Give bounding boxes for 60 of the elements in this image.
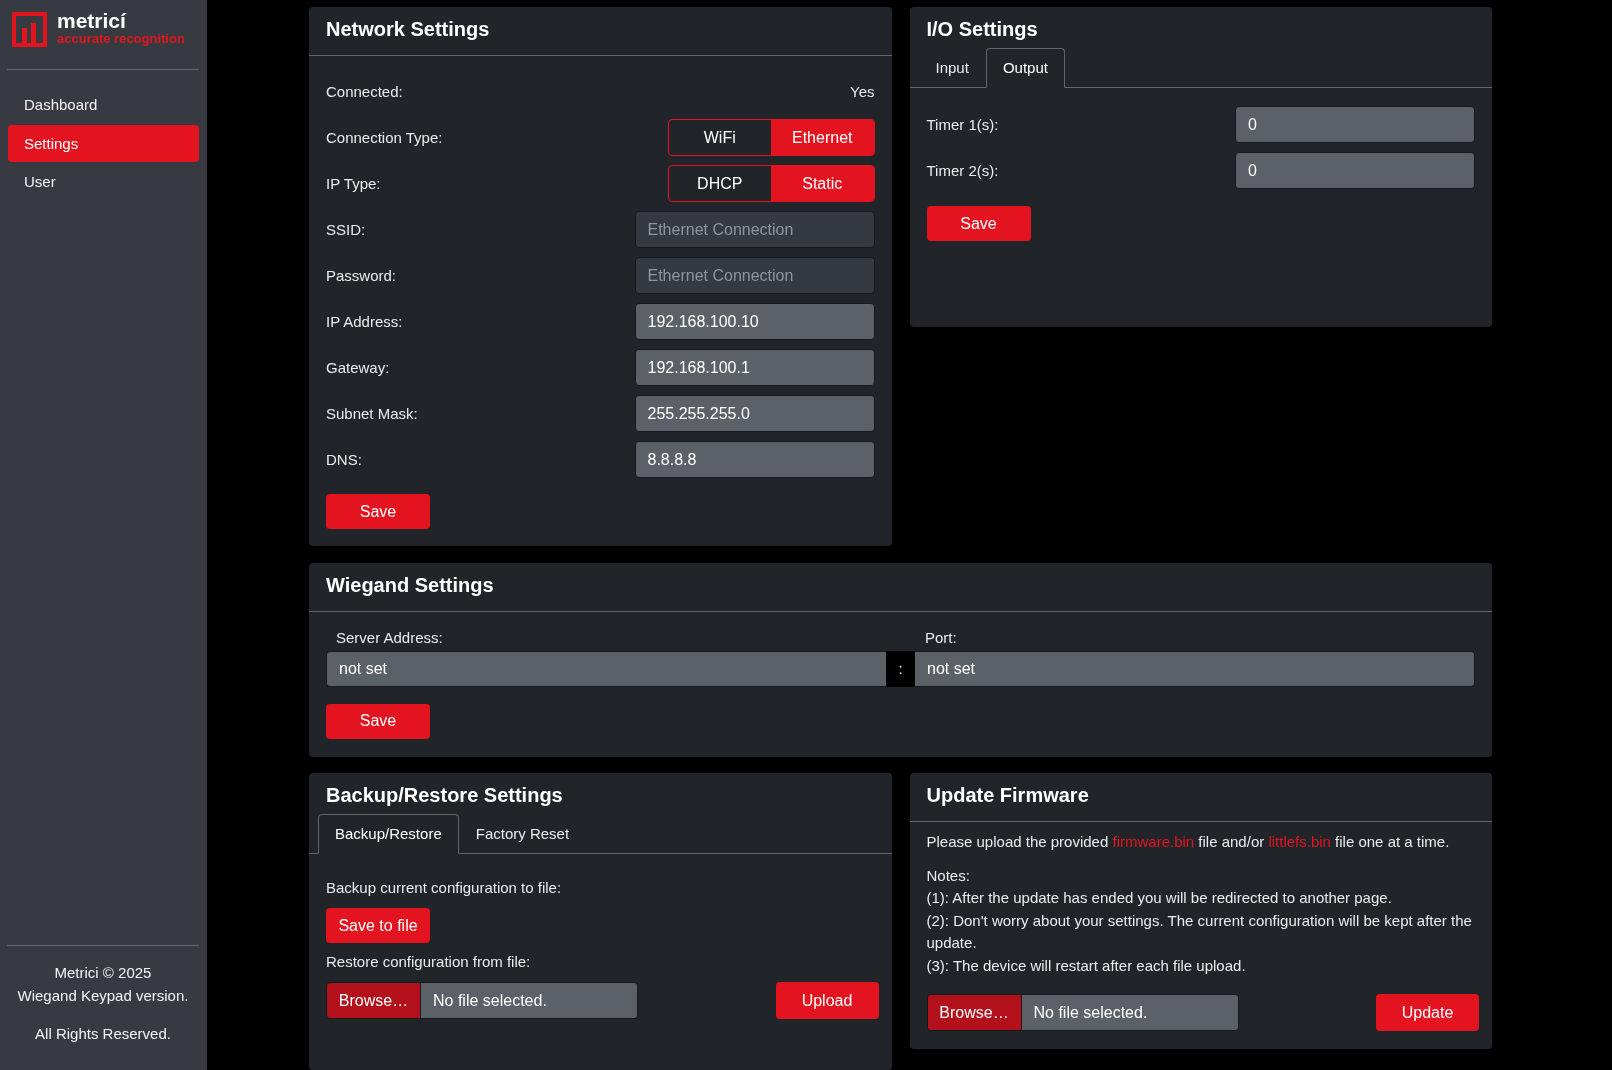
field-label: Server Address:: [336, 627, 443, 648]
input-field[interactable]: not set: [326, 650, 886, 687]
upload-button[interactable]: Upload: [775, 982, 879, 1019]
file-link[interactable]: littlefs.bin: [1268, 833, 1331, 850]
save-button[interactable]: Save: [326, 494, 430, 529]
instruction-text: Restore configuration from file:: [326, 952, 531, 972]
footer-text: Metrici © 2025: [54, 963, 152, 983]
input-field[interactable]: 192.168.100.10: [634, 303, 875, 340]
field-label: IP Type:: [326, 173, 381, 194]
save-button[interactable]: Save: [926, 206, 1031, 241]
instruction-text: Backup current configuration to file:: [326, 878, 562, 898]
panel-title: Update Firmware: [926, 783, 1089, 808]
note-text: (2): Don't worry about your settings. The current configuration will be kept after the update.: [926, 910, 1473, 953]
field-label: IP Address:: [326, 311, 403, 332]
panel-title: Network Settings: [326, 17, 490, 42]
nav-link[interactable]: Settings: [8, 124, 199, 162]
save-to-file-button[interactable]: Save to file: [326, 908, 430, 943]
nav-link[interactable]: User: [8, 163, 199, 200]
notes-heading: Notes:: [926, 865, 970, 886]
toggle-option[interactable]: Static: [771, 166, 874, 201]
field-label: Timer 1(s):: [926, 114, 999, 135]
nav-link[interactable]: Dashboard: [8, 86, 199, 123]
logo-wordmark: metricí: [57, 10, 126, 31]
update-button[interactable]: Update: [1376, 994, 1479, 1031]
instruction-text: Please upload the provided firmware.bin file and/or littlefs.bin file one at a time.: [926, 832, 1451, 852]
tab[interactable]: Backup/Restore: [318, 814, 459, 854]
footer-text: Wiegand Keypad version.: [17, 986, 189, 1006]
tab[interactable]: Factory Reset: [458, 814, 587, 854]
input-field[interactable]: 0: [1235, 152, 1475, 189]
toggle-option[interactable]: DHCP: [668, 166, 771, 201]
bar-chart-logo-icon: [12, 12, 47, 47]
field-label: Subnet Mask:: [326, 403, 418, 424]
panel-title: Backup/Restore Settings: [326, 783, 563, 808]
panel-title: I/O Settings: [926, 17, 1038, 42]
save-button[interactable]: Save: [326, 703, 430, 739]
toggle-option[interactable]: WiFi: [668, 120, 771, 155]
field-label: Password:: [326, 265, 397, 286]
field-label: Gateway:: [326, 357, 390, 378]
logo-tagline: accurate recognition: [57, 31, 185, 46]
input-field[interactable]: 255.255.255.0: [634, 395, 875, 432]
status-value: Yes: [850, 81, 875, 102]
tab[interactable]: Input: [918, 48, 986, 88]
field-label: Connected:: [326, 81, 403, 102]
field-label: Port:: [925, 627, 957, 648]
note-text: (1): After the update has ended you will be redirected to another page.: [926, 888, 1392, 908]
tab[interactable]: Output: [985, 48, 1065, 88]
file-link[interactable]: firmware.bin: [1112, 833, 1195, 850]
field-label: SSID:: [326, 219, 366, 240]
field-label: Timer 2(s):: [926, 160, 999, 181]
footer-text: All Rights Reserved.: [35, 1024, 171, 1044]
input-field[interactable]: not set: [915, 650, 1475, 687]
input-field[interactable]: 192.168.100.1: [634, 349, 875, 386]
toggle-option[interactable]: Ethernet: [771, 120, 874, 155]
field-label: DNS:: [326, 449, 362, 470]
input-field[interactable]: 0: [1235, 106, 1475, 143]
panel-title: Wiegand Settings: [326, 572, 494, 598]
field-label: Connection Type:: [326, 127, 443, 148]
input-field[interactable]: 8.8.8.8: [634, 441, 875, 478]
note-text: (3): The device will restart after each file upload.: [926, 955, 1246, 976]
separator-text: :: [886, 650, 915, 687]
